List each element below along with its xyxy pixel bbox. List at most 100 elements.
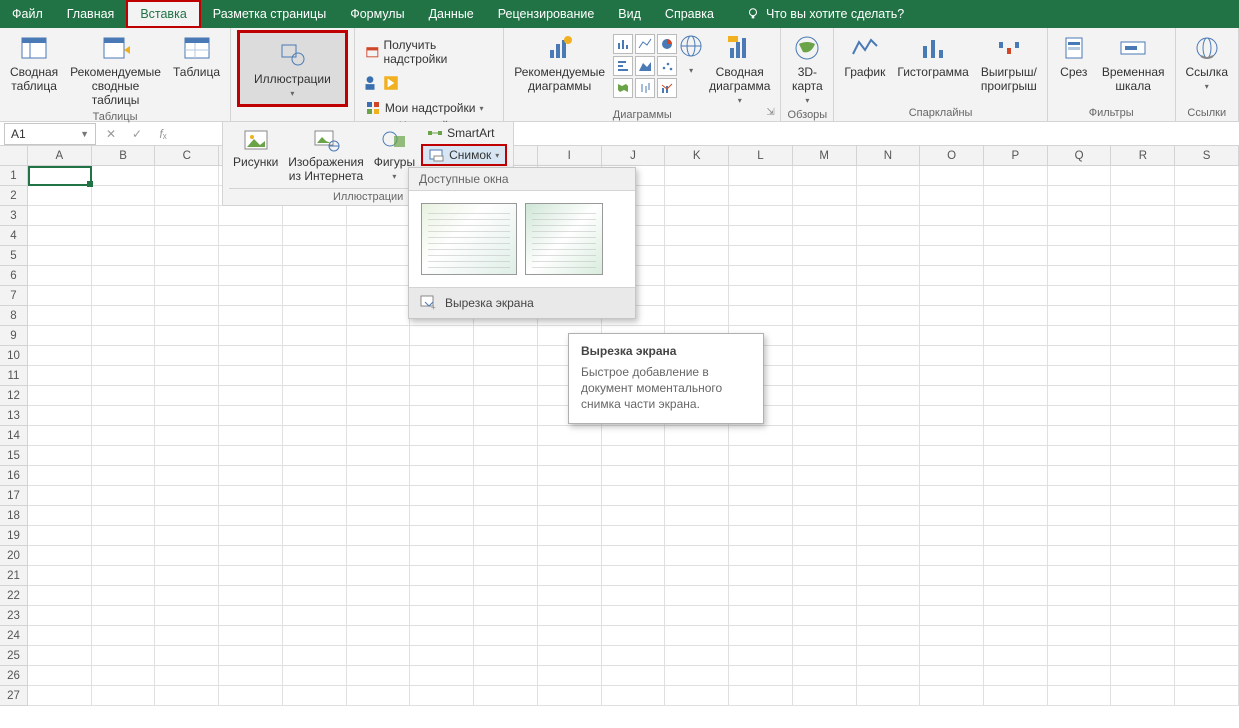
cell[interactable] [474,406,538,426]
cell[interactable] [474,606,538,626]
cell[interactable] [1048,266,1112,286]
cell[interactable] [219,566,283,586]
recommended-charts-button[interactable]: Рекомендуемые диаграммы [510,30,609,96]
cell[interactable] [729,266,793,286]
sparkline-line-button[interactable]: График [840,30,889,82]
cell[interactable] [1048,626,1112,646]
cell[interactable] [283,626,347,646]
cell[interactable] [920,686,984,706]
cell[interactable] [920,206,984,226]
cell[interactable] [729,626,793,646]
cell[interactable] [28,526,92,546]
row-header[interactable]: 4 [0,226,27,246]
cell[interactable] [1175,506,1239,526]
cell[interactable] [474,486,538,506]
cell[interactable] [155,486,219,506]
cell[interactable] [1175,546,1239,566]
cell[interactable] [984,446,1048,466]
combo-chart-button[interactable] [657,78,677,98]
cell[interactable] [474,626,538,646]
cell[interactable] [857,286,921,306]
cell[interactable] [857,486,921,506]
window-thumbnail-2[interactable] [525,203,603,275]
cell[interactable] [1048,446,1112,466]
cell[interactable] [347,506,411,526]
tab-view[interactable]: Вид [606,0,653,28]
cell[interactable] [665,426,729,446]
cell[interactable] [1175,226,1239,246]
cell[interactable] [28,686,92,706]
cell[interactable] [474,426,538,446]
cell[interactable] [283,366,347,386]
column-header[interactable]: O [920,146,984,165]
cell[interactable] [219,506,283,526]
cell[interactable] [474,566,538,586]
cell[interactable] [219,266,283,286]
line-chart-button[interactable] [635,34,655,54]
cell[interactable] [602,526,666,546]
cell[interactable] [729,526,793,546]
cell[interactable] [729,586,793,606]
column-header[interactable]: S [1175,146,1239,165]
cell[interactable] [729,446,793,466]
cell[interactable] [474,446,538,466]
cell[interactable] [347,606,411,626]
cell[interactable] [1048,406,1112,426]
cell[interactable] [602,686,666,706]
cell[interactable] [984,546,1048,566]
cell[interactable] [155,246,219,266]
row-header[interactable]: 25 [0,646,27,666]
cell[interactable] [665,226,729,246]
pivot-table-button[interactable]: Сводная таблица [6,30,62,96]
cell[interactable] [347,366,411,386]
cell[interactable] [1111,366,1175,386]
cell[interactable] [219,666,283,686]
cell[interactable] [602,546,666,566]
cell[interactable] [665,586,729,606]
cell[interactable] [1048,206,1112,226]
scatter-chart-button[interactable] [657,56,677,76]
select-all-corner[interactable] [0,146,28,166]
cell[interactable] [920,326,984,346]
cell[interactable] [984,586,1048,606]
cell[interactable] [474,366,538,386]
cell[interactable] [1111,506,1175,526]
cell[interactable] [410,526,474,546]
enter-formula-button[interactable]: ✓ [124,123,150,145]
row-header[interactable]: 15 [0,446,27,466]
cell[interactable] [665,566,729,586]
cell[interactable] [920,506,984,526]
cell[interactable] [283,306,347,326]
column-header[interactable]: C [155,146,219,165]
cell[interactable] [793,266,857,286]
cell[interactable] [857,326,921,346]
cell[interactable] [1048,506,1112,526]
cell[interactable] [347,546,411,566]
cell[interactable] [793,366,857,386]
cell[interactable] [28,266,92,286]
cell[interactable] [92,646,156,666]
row-header[interactable]: 21 [0,566,27,586]
cell[interactable] [793,186,857,206]
cell[interactable] [155,646,219,666]
cell[interactable] [474,586,538,606]
cell[interactable] [793,286,857,306]
cell[interactable] [665,666,729,686]
column-header[interactable]: B [92,146,156,165]
cell[interactable] [920,286,984,306]
cell[interactable] [793,206,857,226]
cell[interactable] [219,326,283,346]
cell[interactable] [984,346,1048,366]
cell[interactable] [347,246,411,266]
row-header[interactable]: 17 [0,486,27,506]
cell[interactable] [28,606,92,626]
cell[interactable] [857,186,921,206]
cell[interactable] [92,586,156,606]
cell[interactable] [665,466,729,486]
cell[interactable] [602,666,666,686]
slicer-button[interactable]: Срез [1054,30,1094,82]
cell[interactable] [347,566,411,586]
online-pictures-button[interactable]: Изображения из Интернета [284,124,367,186]
cell[interactable] [92,506,156,526]
cell[interactable] [28,246,92,266]
